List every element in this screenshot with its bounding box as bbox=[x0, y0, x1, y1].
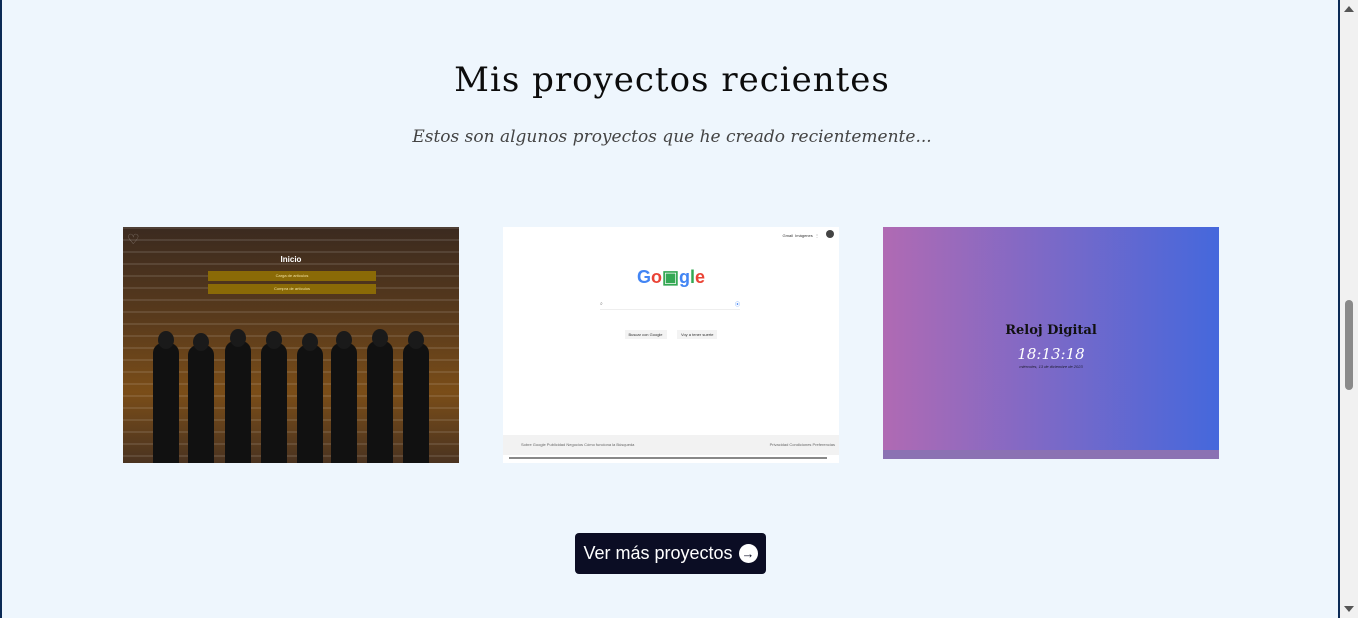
preview-button-carga: Carga de artículos bbox=[208, 271, 376, 281]
google-logo: Go▣gle bbox=[636, 267, 706, 287]
project-card-inicio[interactable]: ♡ Inicio Carga de artículos Compra de ar… bbox=[123, 227, 459, 463]
section-title: Mis proyectos recientes bbox=[454, 60, 890, 100]
page: Mis proyectos recientes Estos son alguno… bbox=[2, 0, 1338, 618]
heart-icon: ♡ bbox=[127, 231, 140, 247]
clock-title: Reloj Digital bbox=[1005, 323, 1097, 338]
project-card-google-clone[interactable]: Gmail Imágenes ⋮ Go▣gle ⌕ ⦿ Buscar con G… bbox=[503, 227, 839, 463]
preview-scrollbar bbox=[509, 457, 827, 459]
mic-icon: ⦿ bbox=[734, 302, 740, 308]
section-subtitle: Estos son algunos proyectos que he cread… bbox=[412, 127, 932, 147]
view-more-projects-button[interactable]: Ver más proyectos → bbox=[575, 533, 766, 574]
scrollbar-thumb[interactable] bbox=[1345, 300, 1353, 390]
vertical-scrollbar[interactable] bbox=[1340, 0, 1358, 618]
clock-date: miércoles, 13 de diciembre de 2023 bbox=[1019, 364, 1083, 369]
arrow-right-circle-icon: → bbox=[738, 544, 758, 563]
scroll-down-arrow-icon[interactable] bbox=[1344, 606, 1354, 612]
clock-time: 18:13:18 bbox=[1017, 345, 1085, 363]
preview-top-links: Gmail Imágenes ⋮ bbox=[782, 233, 820, 238]
clock-footer-bar bbox=[883, 450, 1219, 459]
scroll-up-arrow-icon[interactable] bbox=[1344, 6, 1354, 12]
project-card-reloj-digital[interactable]: Reloj Digital 18:13:18 miércoles, 13 de … bbox=[883, 227, 1219, 459]
preview-button-compra: Compra de artículos bbox=[208, 284, 376, 294]
view-more-label: Ver más proyectos bbox=[583, 543, 733, 563]
avatar bbox=[826, 230, 834, 238]
preview-footer: Sobre Google Publicidad Negocios Cómo fu… bbox=[503, 435, 839, 455]
preview-search-bar: ⌕ ⦿ bbox=[600, 301, 740, 310]
search-icon: ⌕ bbox=[600, 301, 603, 307]
project-preview-title: Inicio bbox=[280, 255, 302, 264]
preview-buttons: Buscar con Google Voy a tener suerte bbox=[503, 323, 839, 341]
